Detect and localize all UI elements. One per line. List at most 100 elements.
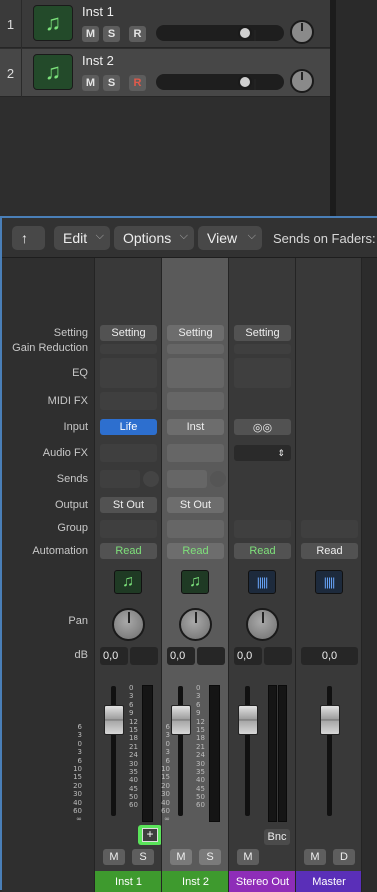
output-button[interactable]: St Out — [100, 497, 157, 513]
pan-knob[interactable] — [290, 20, 314, 44]
group-slot[interactable] — [301, 520, 358, 538]
music-note-icon: ♫ — [33, 54, 73, 90]
volume-fader[interactable] — [238, 705, 258, 735]
mixer-toolbar: ↑ Edit ⌵ Options ⌵ View ⌵ Sends on Faders: — [2, 218, 377, 258]
meter-scale: 0 3 6 9 12 15 18 21 24 30 35 40 45 50 60 — [196, 684, 205, 810]
dim-button[interactable]: D — [333, 849, 355, 865]
mute-button[interactable]: M — [82, 26, 99, 42]
mixer-panel: ↑ Edit ⌵ Options ⌵ View ⌵ Sends on Faders: … — [0, 216, 377, 892]
pan-label: Pan — [68, 615, 88, 627]
mute-button[interactable]: M — [82, 75, 99, 91]
send-slot[interactable] — [100, 470, 140, 488]
solo-button[interactable]: S — [132, 849, 154, 865]
volume-slider-thumb[interactable] — [238, 75, 256, 90]
solo-button[interactable]: S — [199, 849, 221, 865]
strip-name[interactable]: Inst 2 — [162, 871, 229, 892]
mute-button[interactable]: M — [170, 849, 192, 865]
volume-fader[interactable] — [171, 705, 191, 735]
eq-slot[interactable] — [234, 358, 291, 388]
input-button[interactable]: Inst — [167, 419, 224, 435]
strip-name[interactable]: Stereo Out — [229, 871, 296, 892]
send-level-knob[interactable] — [210, 471, 226, 487]
add-icon[interactable]: + — [138, 825, 162, 845]
automation-button[interactable]: Read — [234, 543, 291, 559]
setting-button[interactable]: Setting — [167, 325, 224, 341]
mute-button[interactable]: M — [237, 849, 259, 865]
track-row-1[interactable]: 1 ♫ Inst 1 M S R — [0, 0, 330, 48]
peak-value[interactable] — [130, 647, 158, 665]
input-button[interactable]: Life — [100, 419, 157, 435]
peak-value[interactable] — [197, 647, 225, 665]
edit-menu[interactable]: Edit ⌵ — [54, 226, 110, 250]
sends-on-faders-label: Sends on Faders: — [273, 231, 376, 246]
strip-name[interactable]: Master — [296, 871, 362, 892]
peak-value[interactable] — [264, 647, 292, 665]
pan-knob[interactable] — [179, 608, 212, 641]
record-button[interactable]: R — [129, 75, 146, 91]
mute-button[interactable]: M — [304, 849, 326, 865]
input-label: Input — [63, 421, 88, 433]
row-labels: Setting Gain Reduction EQ MIDI FX Input … — [2, 258, 94, 892]
group-slot[interactable] — [167, 520, 224, 538]
chevron-down-icon: ⌵ — [179, 230, 188, 242]
channel-strip-master: Read ||||| 0,0 M D Master — [295, 258, 362, 892]
gain-reduction-label: Gain Reduction — [12, 342, 88, 354]
db-value[interactable]: 0,0 — [301, 647, 358, 665]
mixer-empty-area — [361, 258, 377, 892]
record-button[interactable]: R — [129, 26, 146, 42]
volume-slider-thumb[interactable] — [238, 26, 256, 41]
output-button[interactable]: St Out — [167, 497, 224, 513]
volume-fader[interactable] — [104, 705, 124, 735]
track-number: 1 — [0, 0, 22, 48]
solo-button[interactable]: S — [103, 26, 120, 42]
pan-knob[interactable] — [290, 69, 314, 93]
level-meter — [209, 685, 220, 822]
output-label: Output — [54, 499, 88, 511]
chevron-updown-icon[interactable]: ⇕ — [234, 445, 291, 461]
waveform-icon[interactable]: ||||| — [315, 570, 343, 594]
volume-fader[interactable] — [320, 705, 340, 735]
eq-slot[interactable] — [100, 358, 157, 388]
automation-button[interactable]: Read — [100, 543, 157, 559]
bounce-button[interactable]: Bnc — [264, 829, 290, 845]
waveform-icon[interactable]: ||||| — [248, 570, 276, 594]
db-label: dB — [74, 649, 88, 661]
pan-knob[interactable] — [246, 608, 279, 641]
region-area[interactable] — [336, 0, 377, 216]
channel-strip-inst-2: Setting Inst St Out Read ♫ 0,0 6 3 0 3 6 10 15… — [161, 258, 229, 892]
stereo-link-icon[interactable]: ◎◎ — [234, 419, 291, 435]
eq-slot[interactable] — [167, 358, 224, 388]
volume-slider[interactable] — [156, 25, 284, 41]
music-note-icon[interactable]: ♫ — [114, 570, 142, 594]
meter-scale: 0 3 6 9 12 15 18 21 24 30 35 40 45 50 60 — [129, 684, 138, 810]
track-name[interactable]: Inst 1 — [82, 4, 114, 19]
pan-knob[interactable] — [112, 608, 145, 641]
fader-scale: 6 3 0 3 6 10 15 20 30 40 60 ∞ — [73, 723, 82, 824]
track-row-2[interactable]: 2 ♫ Inst 2 M S R — [0, 49, 330, 97]
send-level-knob[interactable] — [143, 471, 159, 487]
setting-button[interactable]: Setting — [100, 325, 157, 341]
midi-fx-slot[interactable] — [167, 392, 224, 410]
send-slot[interactable] — [167, 470, 207, 488]
solo-button[interactable]: S — [103, 75, 120, 91]
midi-fx-slot[interactable] — [100, 392, 157, 410]
volume-slider[interactable] — [156, 74, 284, 90]
track-name[interactable]: Inst 2 — [82, 53, 114, 68]
setting-button[interactable]: Setting — [234, 325, 291, 341]
strip-name[interactable]: Inst 1 — [95, 871, 162, 892]
audio-fx-slot[interactable] — [167, 444, 224, 462]
audio-fx-slot[interactable] — [100, 444, 157, 462]
db-value[interactable]: 0,0 — [100, 647, 128, 665]
options-menu[interactable]: Options ⌵ — [114, 226, 194, 250]
db-value[interactable]: 0,0 — [234, 647, 262, 665]
options-menu-label: Options — [123, 230, 172, 246]
group-slot[interactable] — [234, 520, 291, 538]
mute-button[interactable]: M — [103, 849, 125, 865]
db-value[interactable]: 0,0 — [167, 647, 195, 665]
automation-button[interactable]: Read — [167, 543, 224, 559]
view-menu[interactable]: View ⌵ — [198, 226, 262, 250]
back-arrow-icon[interactable]: ↑ — [12, 226, 45, 250]
music-note-icon[interactable]: ♫ — [181, 570, 209, 594]
group-slot[interactable] — [100, 520, 157, 538]
automation-button[interactable]: Read — [301, 543, 358, 559]
